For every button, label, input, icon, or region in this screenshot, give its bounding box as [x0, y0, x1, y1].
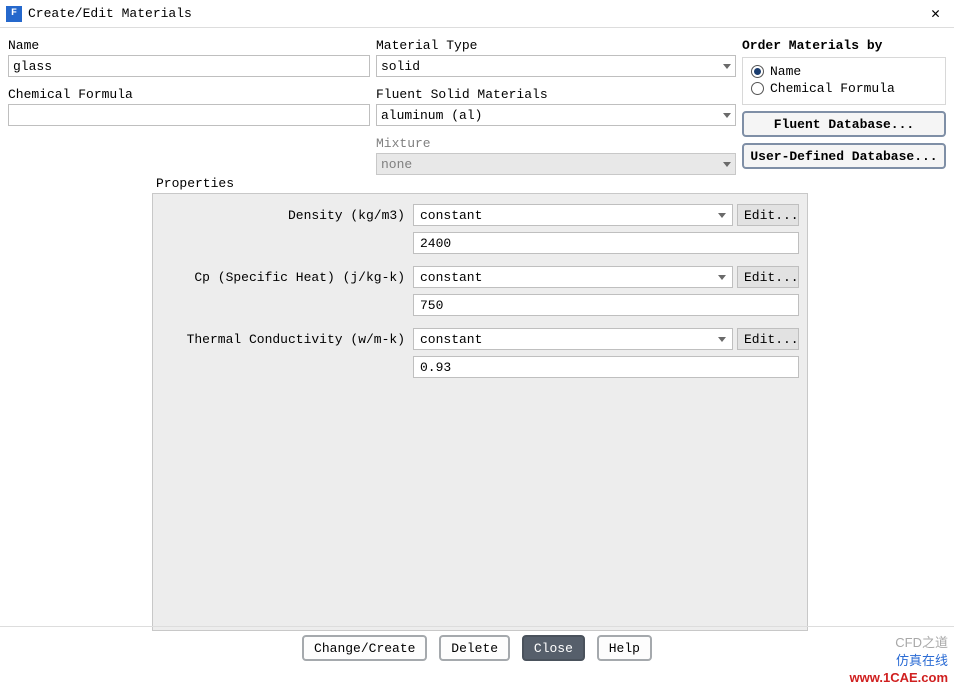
mixture-value: none [381, 157, 412, 172]
material-type-label: Material Type [376, 38, 736, 53]
fluent-database-button[interactable]: Fluent Database... [742, 111, 946, 137]
chevron-down-icon [723, 113, 731, 118]
properties-title: Properties [156, 176, 808, 191]
thermal-conductivity-label: Thermal Conductivity (w/m-k) [161, 332, 409, 347]
thermal-conductivity-method-value: constant [420, 332, 482, 347]
order-by-group: Name Chemical Formula [742, 57, 946, 105]
density-label: Density (kg/m3) [161, 208, 409, 223]
chevron-down-icon [718, 213, 726, 218]
window-title: Create/Edit Materials [28, 6, 192, 21]
chevron-down-icon [718, 337, 726, 342]
watermark-line1: CFD之道 [850, 634, 948, 652]
material-type-value: solid [381, 59, 420, 74]
change-create-button[interactable]: Change/Create [302, 635, 427, 661]
fluent-solid-materials-label: Fluent Solid Materials [376, 87, 736, 102]
name-label: Name [8, 38, 370, 53]
radio-name[interactable] [751, 65, 764, 78]
density-method-value: constant [420, 208, 482, 223]
cp-method-value: constant [420, 270, 482, 285]
watermark-line3: www.1CAE.com [850, 669, 948, 687]
density-method-select[interactable]: constant [413, 204, 733, 226]
mixture-label: Mixture [376, 136, 736, 151]
thermal-conductivity-value-input[interactable] [413, 356, 799, 378]
properties-panel: Density (kg/m3) constant Edit... Cp (Spe… [152, 193, 808, 631]
radio-name-label: Name [770, 64, 801, 79]
order-by-title: Order Materials by [742, 38, 946, 53]
thermal-conductivity-edit-button[interactable]: Edit... [737, 328, 799, 350]
chemical-formula-label: Chemical Formula [8, 87, 370, 102]
name-input[interactable] [8, 55, 370, 77]
thermal-conductivity-method-select[interactable]: constant [413, 328, 733, 350]
watermark-line2: 仿真在线 [850, 652, 948, 670]
delete-button[interactable]: Delete [439, 635, 510, 661]
chevron-down-icon [723, 64, 731, 69]
radio-chemical-formula-label: Chemical Formula [770, 81, 895, 96]
app-icon: F [6, 6, 22, 22]
mixture-select: none [376, 153, 736, 175]
close-icon[interactable]: ✕ [923, 2, 948, 25]
cp-method-select[interactable]: constant [413, 266, 733, 288]
fluent-solid-materials-select[interactable]: aluminum (al) [376, 104, 736, 126]
cp-edit-button[interactable]: Edit... [737, 266, 799, 288]
radio-chemical-formula[interactable] [751, 82, 764, 95]
fluent-solid-materials-value: aluminum (al) [381, 108, 482, 123]
density-value-input[interactable] [413, 232, 799, 254]
chevron-down-icon [723, 162, 731, 167]
density-edit-button[interactable]: Edit... [737, 204, 799, 226]
cp-value-input[interactable] [413, 294, 799, 316]
watermark: CFD之道 仿真在线 www.1CAE.com [850, 634, 948, 687]
cp-label: Cp (Specific Heat) (j/kg-k) [161, 270, 409, 285]
material-type-select[interactable]: solid [376, 55, 736, 77]
chemical-formula-input[interactable] [8, 104, 370, 126]
chevron-down-icon [718, 275, 726, 280]
help-button[interactable]: Help [597, 635, 652, 661]
user-defined-database-button[interactable]: User-Defined Database... [742, 143, 946, 169]
close-button[interactable]: Close [522, 635, 585, 661]
